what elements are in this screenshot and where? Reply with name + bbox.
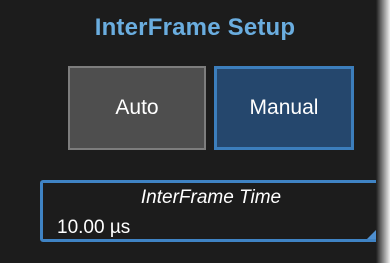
interframe-time-value: 10.00 µs	[57, 217, 131, 238]
interframe-setup-panel: InterFrame Setup Auto Manual InterFrame …	[0, 0, 390, 263]
interframe-time-label: InterFrame Time	[140, 187, 282, 208]
interframe-time-field[interactable]: InterFrame Time 10.00 µs	[40, 180, 382, 242]
auto-button-label: Auto	[115, 96, 159, 119]
manual-button[interactable]: Manual	[214, 66, 354, 150]
manual-button-label: Manual	[249, 96, 319, 119]
panel-title: InterFrame Setup	[94, 14, 296, 41]
auto-button[interactable]: Auto	[68, 66, 206, 150]
resize-corner-icon	[367, 227, 379, 239]
